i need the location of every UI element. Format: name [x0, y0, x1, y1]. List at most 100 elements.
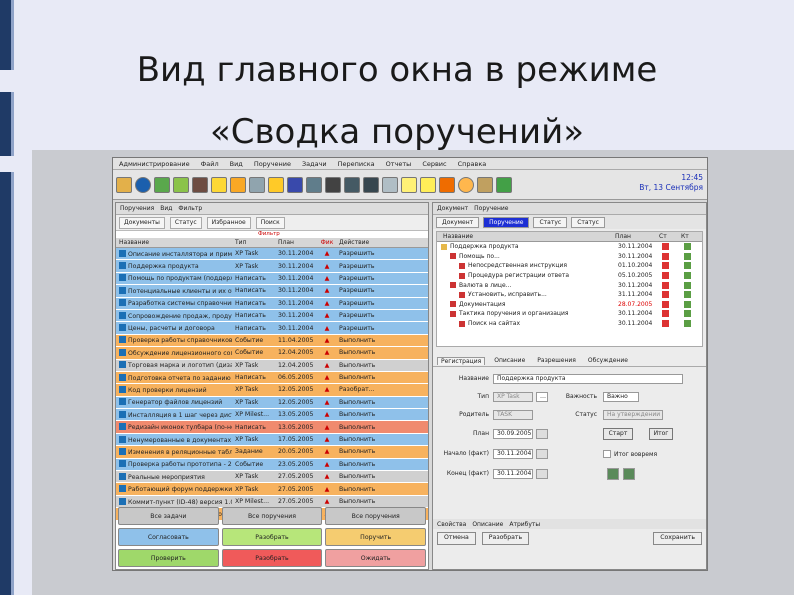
delete-icon[interactable]	[192, 176, 208, 193]
export-icon[interactable]	[268, 176, 284, 193]
type-field[interactable]: XP Task	[493, 392, 533, 402]
parent-field[interactable]: TASK	[493, 410, 533, 420]
panel-action-button[interactable]: Все задачи	[118, 507, 219, 525]
panel-header-item[interactable]: Вид	[160, 205, 172, 212]
table-row[interactable]: Разработка системы справочников Написать 3…	[116, 297, 428, 310]
row-action[interactable]: Выполнить	[336, 486, 375, 493]
panel-header-item[interactable]: Фильтр	[178, 205, 202, 212]
menu-item[interactable]: Справка	[458, 160, 487, 168]
panel-action-button[interactable]: Разобрать	[221, 528, 323, 546]
table-row[interactable]: Торговая марка и логотип (дизайн)XP Task…	[116, 359, 428, 372]
key-icon[interactable]	[477, 176, 493, 193]
mail-send-icon[interactable]	[420, 176, 436, 193]
bottom-tab[interactable]: Свойства	[437, 521, 466, 528]
tree-col-name[interactable]: Название	[437, 232, 615, 241]
note-icon[interactable]	[173, 176, 189, 193]
row-action[interactable]: Разрешить	[336, 300, 374, 307]
bottom-tab[interactable]: Описание	[472, 521, 503, 528]
row-action[interactable]: Выполнить	[336, 448, 375, 455]
table-row[interactable]: Обсуждение лицензионного соглаш...Событи…	[116, 347, 428, 360]
start-fact-field[interactable]: 30.11.2004	[493, 449, 533, 459]
table-row[interactable]: Описание инсталлятора и пример уста...XP…	[116, 248, 428, 261]
table-row[interactable]: Проверка работы прототипа - 2 Событие 23.0…	[116, 458, 428, 472]
tree-row[interactable]: Тактика поручения и организация 30.11.200…	[437, 309, 702, 319]
result-button[interactable]: Итог	[649, 428, 673, 440]
right-tab[interactable]: Поручение	[483, 216, 530, 228]
right-tab[interactable]: Документ	[436, 216, 480, 228]
panel-action-button[interactable]: Согласовать	[118, 528, 219, 546]
cancel-button[interactable]: Отмена	[437, 531, 476, 545]
on-time-checkbox[interactable]	[603, 450, 611, 458]
table-row[interactable]: Реальные мероприятия XP Task 27.05.2005 ▲ Вы…	[116, 471, 428, 484]
end-fact-field[interactable]: 30.11.2004	[493, 469, 533, 479]
col-action[interactable]: Действие	[336, 238, 370, 247]
tree-row[interactable]: Установить, исправить... 31.11.2004	[437, 290, 702, 300]
row-action[interactable]: Разрешить	[336, 287, 374, 294]
menu-item[interactable]: Отчеты	[386, 160, 412, 168]
analyze-button[interactable]: Разобрать	[481, 531, 530, 545]
col-fix[interactable]: Фик	[318, 238, 336, 247]
row-action[interactable]: Выполнить	[336, 411, 375, 418]
menu-item[interactable]: Администрирование	[119, 160, 190, 168]
table-row[interactable]: Цены, расчеты и договора Написать 30.11.20…	[116, 322, 428, 335]
mail-icon[interactable]	[401, 176, 417, 193]
row-action[interactable]: Разрешить	[336, 312, 374, 319]
menu-item[interactable]: Вид	[230, 160, 243, 168]
table-row[interactable]: Код проверки лицензий XP Task 12.05.2005 ▲ Р…	[116, 384, 428, 397]
panel-header-item[interactable]: Документ	[437, 205, 468, 212]
col-name[interactable]: Название	[116, 238, 232, 247]
table-row[interactable]: Помощь по продуктам (поддержка)Написать 3…	[116, 272, 428, 286]
tree-row[interactable]: Помощь по... 30.11.2004	[437, 252, 702, 262]
row-action[interactable]: Разрешить	[336, 275, 374, 282]
table-row[interactable]: Поддержка продукта XP Task 30.11.2004 ▲ Разр…	[116, 260, 428, 273]
detail-tab[interactable]: Регистрация	[437, 356, 486, 365]
table-row[interactable]: Инсталляция в 1 шаг через дистрибутивXP …	[116, 409, 428, 422]
row-action[interactable]: Разрешить	[336, 250, 374, 257]
tree-row[interactable]: Поддержка продукта 30.11.2004	[437, 242, 702, 252]
refresh-icon[interactable]	[344, 176, 360, 193]
tree-col-st[interactable]: Ст	[659, 232, 681, 241]
search-icon[interactable]	[306, 176, 322, 193]
name-field[interactable]: Поддержка продукта	[493, 374, 683, 384]
save-button[interactable]: Сохранить	[653, 531, 702, 545]
row-action[interactable]: Выполнить	[336, 374, 375, 381]
filter-tab[interactable]: Статус	[169, 216, 202, 229]
tree-row[interactable]: Процедура регистрации ответа 05.10.2005	[437, 271, 702, 281]
right-tab[interactable]: Статус	[533, 216, 568, 228]
row-action[interactable]: Выполнить	[336, 337, 375, 344]
row-action[interactable]: Разобрат...	[336, 386, 375, 393]
calendar-icon[interactable]	[382, 176, 398, 193]
menu-item[interactable]: Задачи	[302, 160, 327, 168]
tree-col-kt[interactable]: Кт	[681, 232, 689, 241]
hierarchy-icon[interactable]	[249, 176, 265, 193]
bottom-tab[interactable]: Атрибуты	[509, 521, 540, 528]
paste-icon[interactable]	[230, 176, 246, 193]
row-action[interactable]: Выполнить	[336, 399, 375, 406]
filter-tab[interactable]: Поиск	[255, 216, 285, 229]
col-type[interactable]: Тип	[232, 238, 276, 247]
table-row[interactable]: Подготовка отчета по заданию Написать 06.0…	[116, 371, 428, 385]
right-tab[interactable]: Статус	[571, 216, 605, 228]
forward-icon[interactable]	[496, 176, 512, 193]
table-row[interactable]: Изменения в реляционные таблицахЗадание 2…	[116, 446, 428, 459]
panel-action-button[interactable]: Проверить	[118, 549, 219, 567]
group-icon[interactable]	[363, 176, 379, 193]
tree-row[interactable]: Документация 28.07.2005	[437, 300, 702, 310]
col-plan[interactable]: План	[276, 238, 318, 247]
tree-row[interactable]: Поиск на сайтах 30.11.2004	[437, 319, 702, 329]
globe-icon[interactable]	[135, 176, 151, 193]
row-action[interactable]: Выполнить	[336, 498, 375, 505]
tree-col-plan[interactable]: План	[615, 232, 659, 241]
plan-date-field[interactable]: 30.09.2005	[493, 429, 533, 439]
calendar-picker-icon[interactable]	[536, 449, 548, 459]
tree-row[interactable]: Валюта в лице... 30.11.2004	[437, 280, 702, 290]
tree-row[interactable]: Непосредственная инструкция 01.10.2004	[437, 261, 702, 271]
table-icon[interactable]	[287, 176, 303, 193]
document-icon[interactable]	[154, 176, 170, 193]
row-action[interactable]: Разрешить	[336, 325, 374, 332]
table-row[interactable]: Редизайн иконок тулбара (по-новому)Напис…	[116, 421, 428, 434]
grid-view-icon[interactable]	[607, 468, 619, 480]
panel-header-item[interactable]: Поручение	[474, 205, 508, 212]
grid-view-icon[interactable]	[623, 468, 635, 480]
menu-item[interactable]: Файл	[201, 160, 219, 168]
